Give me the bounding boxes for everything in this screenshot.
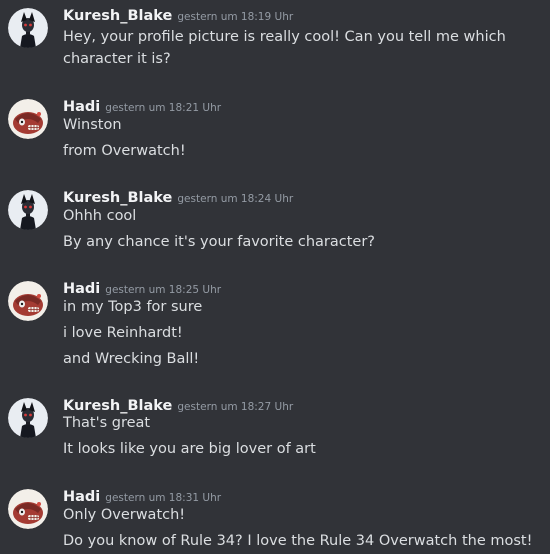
timestamp: gestern um 18:21 Uhr (105, 102, 222, 114)
message-group: Kuresh_Blake gestern um 18:24 Uhr Ohhh co… (0, 182, 550, 258)
message-text: i love Reinhardt! (63, 325, 183, 341)
kuresh-avatar-icon[interactable] (8, 398, 48, 438)
timestamp: gestern um 18:24 Uhr (177, 193, 294, 205)
username[interactable]: Kuresh_Blake (63, 190, 172, 206)
message-text: By any chance it's your favorite charact… (63, 234, 375, 250)
kuresh-avatar-icon[interactable] (8, 190, 48, 230)
username[interactable]: Hadi (63, 99, 100, 115)
message-text: and Wrecking Ball! (63, 351, 200, 367)
timestamp: gestern um 18:31 Uhr (105, 492, 222, 504)
message-text: Only Overwatch! (63, 507, 186, 523)
message-text: Do you know of Rule 34? I love the Rule … (63, 533, 533, 549)
message-group: Kuresh_Blake gestern um 18:19 Uhr Hey, yo… (0, 0, 550, 76)
hadi-avatar-icon[interactable] (8, 489, 48, 529)
kuresh-avatar-icon[interactable] (8, 8, 48, 48)
message-text: in my Top3 for sure (63, 299, 203, 315)
message-text: Winston (63, 117, 122, 133)
message-group: Hadi gestern um 18:25 Uhr in my Top3 for … (0, 273, 550, 373)
message-group: Hadi gestern um 18:21 Uhr Winston from Ov… (0, 91, 550, 167)
message-group: Kuresh_Blake gestern um 18:27 Uhr That's … (0, 390, 550, 466)
message-group: Hadi gestern um 18:31 Uhr Only Overwatch!… (0, 481, 550, 554)
message-text: Hey, your profile picture is really cool… (63, 29, 506, 67)
message-text: from Overwatch! (63, 143, 186, 159)
chat-message-list: Kuresh_Blake gestern um 18:19 Uhr Hey, yo… (0, 0, 550, 554)
username[interactable]: Kuresh_Blake (63, 8, 172, 24)
username[interactable]: Hadi (63, 489, 100, 505)
hadi-avatar-icon[interactable] (8, 281, 48, 321)
message-header: Kuresh_Blake gestern um 18:19 Uhr (63, 4, 293, 28)
message-text: That's great (63, 415, 151, 431)
message-text: It looks like you are big lover of art (63, 441, 316, 457)
username[interactable]: Hadi (63, 281, 100, 297)
hadi-avatar-icon[interactable] (8, 99, 48, 139)
message-text: Ohhh cool (63, 208, 137, 224)
timestamp: gestern um 18:25 Uhr (105, 284, 222, 296)
timestamp: gestern um 18:19 Uhr (177, 11, 294, 23)
